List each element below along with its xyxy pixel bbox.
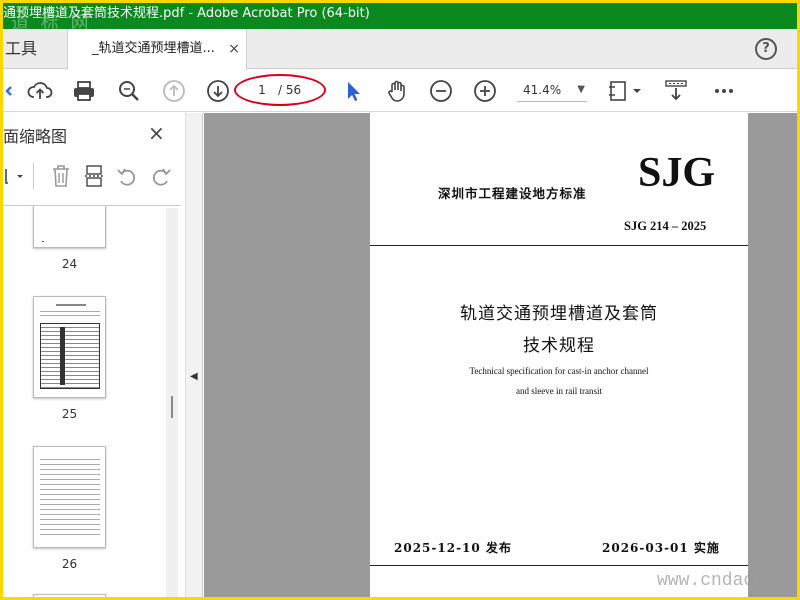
rotate-right-icon[interactable] (149, 164, 173, 188)
zoom-in-icon[interactable] (472, 78, 498, 104)
thumbnail-page[interactable] (33, 594, 106, 597)
main-toolbar: 1 / 56 41.4% ▼ (3, 70, 797, 112)
rotate-left-icon[interactable] (115, 164, 139, 188)
panel-collapse-bar[interactable]: ◀ (186, 113, 203, 597)
issue-date: 2025-12-10 发布 (394, 541, 512, 555)
english-title: Technical specification for cast-in anch… (469, 366, 649, 376)
effective-date: 2026-03-01 实施 (602, 541, 720, 555)
rule-line (370, 245, 748, 246)
zoom-value: 41.4% (523, 83, 562, 97)
thumbnail-page[interactable] (33, 296, 106, 398)
document-title: 技术规程 (523, 336, 595, 356)
page-thumbnails-panel: 面缩略图 × 24 25 26 (3, 113, 186, 597)
more-options-icon[interactable] (711, 78, 737, 104)
acrobat-window: 通预埋槽道及套筒技术规程.pdf - Adobe Acrobat Pro (64… (3, 3, 797, 597)
toolbar-divider (33, 163, 34, 189)
search-icon[interactable] (116, 78, 142, 104)
page-number-box: 1 / 56 (234, 74, 326, 106)
hand-tool-icon[interactable] (384, 78, 410, 104)
thumbnail-number: 24 (61, 257, 78, 271)
cloud-upload-icon[interactable] (27, 78, 53, 104)
standard-organization: 深圳市工程建设地方标准 (438, 186, 587, 201)
tab-tools[interactable]: 工具 (3, 29, 67, 69)
tab-document[interactable]: _轨道交通预埋槽道... × (67, 29, 247, 70)
select-cursor-icon[interactable] (340, 78, 366, 104)
zoom-out-icon[interactable] (428, 78, 454, 104)
thumbnail-number: 26 (61, 557, 78, 571)
title-bar: 通预埋槽道及套筒技术规程.pdf - Adobe Acrobat Pro (64… (3, 3, 797, 29)
zoom-select[interactable]: 41.4% ▼ (517, 80, 587, 102)
thumbnail-toolbar (3, 161, 173, 191)
thumbnail-number: 25 (61, 407, 78, 421)
panel-title: 面缩略图 (3, 127, 68, 146)
standard-code: SJG 214 – 2025 (624, 219, 707, 233)
page-number-input[interactable]: 1 (248, 83, 276, 97)
pdf-page: 深圳市工程建设地方标准 SJG SJG 214 – 2025 轨道交通预埋槽道及… (370, 113, 748, 597)
page-total: / 56 (278, 83, 302, 97)
english-title: and sleeve in rail transit (516, 386, 602, 396)
previous-page-icon[interactable] (161, 78, 187, 104)
close-icon[interactable]: × (228, 29, 240, 69)
options-menu-icon[interactable] (3, 165, 27, 187)
window-title: 通预埋槽道及套筒技术规程.pdf - Adobe Acrobat Pro (64… (3, 6, 370, 21)
help-icon[interactable]: ? (755, 38, 777, 60)
scroll-mode-icon[interactable] (663, 78, 689, 104)
document-title: 轨道交通预埋槽道及套筒 (460, 304, 658, 324)
chevron-left-icon[interactable] (3, 78, 27, 104)
standard-mark: SJG (638, 150, 716, 196)
thumbnail-scrollbar[interactable] (166, 208, 178, 597)
thumbnail-page[interactable] (33, 446, 106, 548)
print-icon[interactable] (71, 78, 97, 104)
collapse-arrow-icon[interactable]: ◀ (190, 371, 198, 382)
document-view[interactable]: 深圳市工程建设地方标准 SJG SJG 214 – 2025 轨道交通预埋槽道及… (204, 113, 797, 597)
rule-line (370, 565, 748, 566)
thumbnail-list: 24 25 26 (3, 206, 178, 597)
extract-pages-icon[interactable] (83, 163, 107, 189)
scrollbar-thumb[interactable] (171, 396, 173, 418)
tab-bar: 工具 _轨道交通预埋槽道... × ? (3, 29, 797, 70)
trash-icon[interactable] (49, 163, 73, 189)
close-icon[interactable]: × (148, 121, 165, 145)
chevron-down-icon: ▼ (577, 84, 585, 95)
next-page-icon[interactable] (205, 78, 231, 104)
fit-page-icon[interactable] (607, 78, 647, 104)
thumbnail-page[interactable] (33, 206, 106, 248)
tab-document-label: _轨道交通预埋槽道... (92, 41, 215, 56)
